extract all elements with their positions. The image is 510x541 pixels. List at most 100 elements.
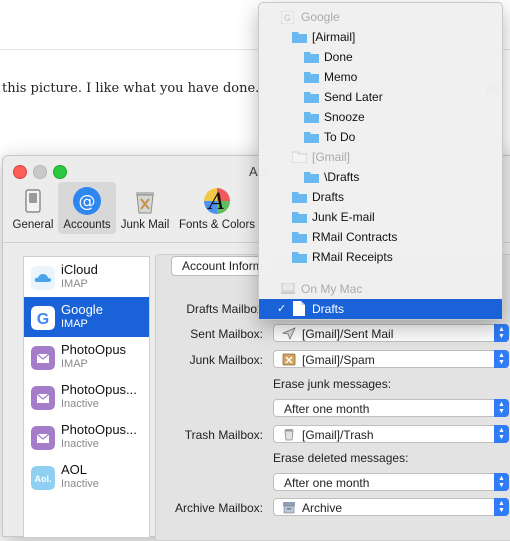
- account-item-aol[interactable]: Aol. AOL Inactive: [24, 457, 149, 497]
- toolbar-accounts[interactable]: @ Accounts: [58, 182, 116, 234]
- toolbar-general-label: General: [12, 219, 54, 231]
- menu-item-rmail-contracts[interactable]: RMail Contracts: [259, 227, 502, 247]
- folder-icon: [292, 252, 307, 263]
- account-type: IMAP: [61, 278, 88, 290]
- sent-mailbox-value: [Gmail]/Sent Mail: [302, 327, 394, 341]
- checkmark-icon: ✓: [277, 303, 287, 315]
- close-button[interactable]: [13, 165, 27, 179]
- menu-item-label: To Do: [324, 130, 356, 144]
- mail-envelope-icon: [31, 386, 55, 410]
- menu-item-label: [Gmail]: [312, 150, 351, 164]
- menu-header-on-my-mac: On My Mac: [259, 279, 502, 299]
- erase-deleted-select[interactable]: After one month ▲ ▼: [273, 473, 509, 491]
- trash-can-icon: [284, 429, 294, 441]
- erase-deleted-label: Erase deleted messages:: [273, 451, 409, 465]
- minimize-button[interactable]: [33, 165, 47, 179]
- folder-icon: [292, 32, 307, 43]
- svg-text:A: A: [207, 190, 225, 215]
- toolbar-junk-mail[interactable]: Junk Mail: [117, 182, 173, 234]
- menu-item-label: Memo: [324, 70, 358, 84]
- account-item-google[interactable]: G Google IMAP: [24, 297, 149, 337]
- sent-mailbox-select[interactable]: [Gmail]/Sent Mail ▲ ▼: [273, 324, 509, 342]
- account-item-photoopus-2[interactable]: PhotoOpus... Inactive: [24, 377, 149, 417]
- menu-item-label: Done: [324, 50, 353, 64]
- at-sign-icon: @: [73, 187, 101, 215]
- archive-mailbox-select[interactable]: Archive ▲ ▼: [273, 498, 509, 516]
- aol-icon: Aol.: [31, 466, 55, 490]
- account-name: PhotoOpus: [61, 342, 127, 357]
- archive-box-icon: [283, 502, 295, 514]
- menu-item-snooze[interactable]: Snooze: [259, 107, 502, 127]
- menu-item-rmail-receipts[interactable]: RMail Receipts: [259, 247, 502, 267]
- account-name: AOL: [61, 462, 88, 477]
- folder-icon: [292, 151, 307, 163]
- menu-item-to-do[interactable]: To Do: [259, 127, 502, 147]
- menu-item-label: Drafts: [312, 302, 345, 316]
- account-item-icloud[interactable]: iCloud IMAP: [24, 257, 149, 297]
- account-type: IMAP: [61, 358, 88, 370]
- chevron-updown-icon: ▲ ▼: [494, 473, 509, 491]
- account-name: Google: [61, 302, 103, 317]
- folder-icon: [304, 72, 319, 83]
- folder-icon: [304, 132, 319, 143]
- menu-item-label: RMail Contracts: [312, 230, 398, 244]
- chevron-updown-icon: ▲ ▼: [494, 324, 509, 342]
- folder-icon: [304, 52, 319, 63]
- account-type: Inactive: [61, 438, 99, 450]
- folder-icon: [304, 92, 319, 103]
- svg-text:G: G: [37, 311, 49, 328]
- zoom-button[interactable]: [53, 165, 67, 179]
- account-item-photoopus-3[interactable]: PhotoOpus... Inactive: [24, 417, 149, 457]
- junk-mailbox-select[interactable]: [Gmail]/Spam ▲ ▼: [273, 350, 509, 368]
- account-name: PhotoOpus...: [61, 382, 137, 397]
- menu-item-label: RMail Receipts: [312, 250, 393, 264]
- trash-mailbox-select[interactable]: [Gmail]/Trash ▲ ▼: [273, 425, 509, 443]
- erase-junk-value: After one month: [284, 402, 370, 416]
- account-type: Inactive: [61, 478, 99, 490]
- general-switch-icon: [25, 189, 41, 213]
- toolbar-fonts-colors[interactable]: A Fonts & Colors: [175, 182, 259, 234]
- menu-header-label: Google: [301, 10, 340, 24]
- junk-trash-icon: [136, 192, 154, 214]
- accounts-list: iCloud IMAP G Google IMAP PhotoOpus IMAP: [23, 256, 150, 538]
- folder-icon: [292, 192, 307, 203]
- svg-text:G: G: [284, 13, 291, 23]
- document-icon: [293, 301, 305, 316]
- account-name: PhotoOpus...: [61, 422, 137, 437]
- account-name: iCloud: [61, 262, 98, 277]
- menu-item-on-my-mac-drafts[interactable]: ✓ Drafts: [259, 299, 502, 319]
- menu-item-done[interactable]: Done: [259, 47, 502, 67]
- menu-item-memo[interactable]: Memo: [259, 67, 502, 87]
- chevron-updown-icon: ▲ ▼: [494, 498, 509, 516]
- menu-item-junk-email[interactable]: Junk E-mail: [259, 207, 502, 227]
- erase-junk-label: Erase junk messages:: [273, 377, 392, 391]
- paper-plane-icon: [282, 327, 296, 340]
- drafts-mailbox-menu: G Google [Airmail] Done Memo Send Later …: [258, 2, 503, 320]
- svg-text:@: @: [79, 192, 96, 212]
- menu-item-airmail[interactable]: [Airmail]: [259, 27, 502, 47]
- trash-mailbox-value: [Gmail]/Trash: [302, 428, 374, 442]
- folder-icon: [292, 212, 307, 223]
- toolbar-general[interactable]: General: [9, 182, 57, 234]
- mail-envelope-icon: [31, 426, 55, 450]
- junk-mailbox-value: [Gmail]/Spam: [302, 353, 375, 367]
- menu-item-label: Snooze: [324, 110, 365, 124]
- erase-junk-select[interactable]: After one month ▲ ▼: [273, 399, 509, 417]
- account-type: Inactive: [61, 398, 99, 410]
- menu-item-label: Drafts: [312, 190, 345, 204]
- folder-icon: [292, 232, 307, 243]
- google-icon: G: [281, 11, 294, 24]
- folder-icon: [304, 112, 319, 123]
- account-item-photoopus[interactable]: PhotoOpus IMAP: [24, 337, 149, 377]
- chevron-updown-icon: ▲ ▼: [494, 399, 509, 417]
- sent-mailbox-label: Sent Mailbox:: [190, 327, 263, 341]
- menu-item-send-later[interactable]: Send Later: [259, 87, 502, 107]
- erase-deleted-value: After one month: [284, 476, 370, 490]
- menu-item-label: Send Later: [324, 90, 383, 104]
- google-icon: G: [31, 306, 55, 330]
- junk-mailbox-icon: [282, 353, 296, 366]
- toolbar-fonts-colors-label: Fonts & Colors: [178, 219, 256, 231]
- menu-item-gmail-drafts[interactable]: \Drafts: [259, 167, 502, 187]
- menu-item-label: [Airmail]: [312, 30, 356, 44]
- menu-item-drafts[interactable]: Drafts: [259, 187, 502, 207]
